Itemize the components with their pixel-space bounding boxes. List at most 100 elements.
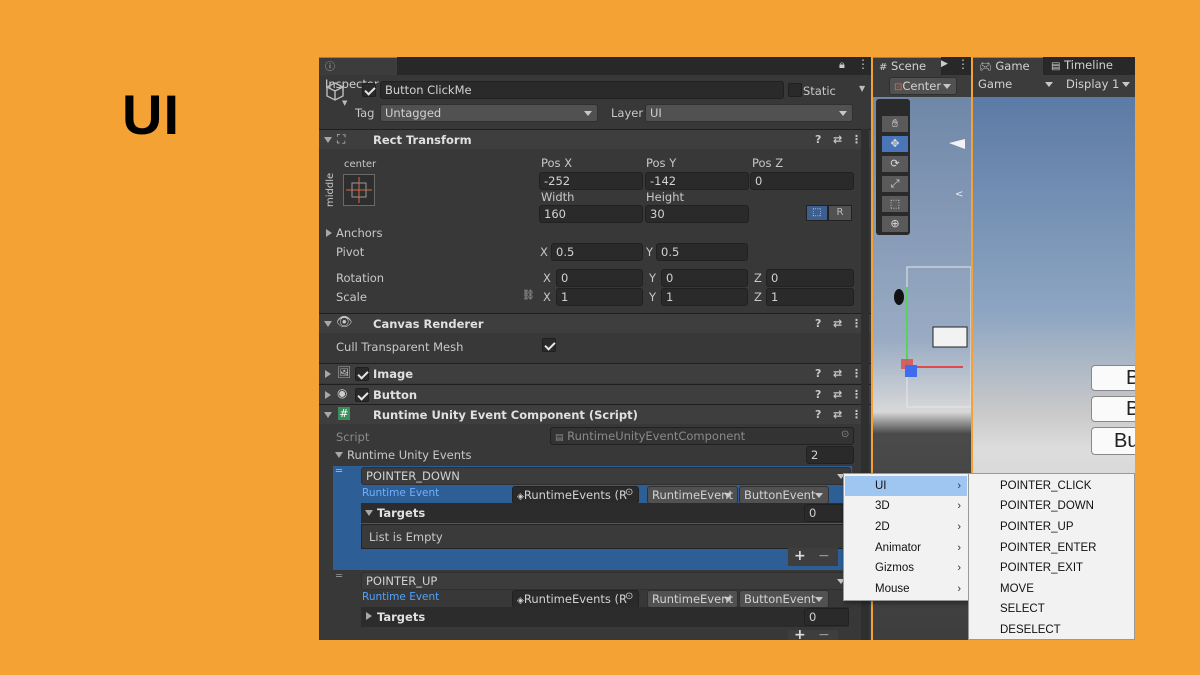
rotation-y-field[interactable]: 0: [661, 269, 748, 287]
presets-icon[interactable]: ⇄: [833, 367, 842, 380]
targets-foldout-icon[interactable]: [365, 510, 373, 516]
help-icon[interactable]: ?: [815, 408, 821, 421]
anchors-foldout-icon[interactable]: [326, 229, 332, 237]
submenu-item-move[interactable]: MOVE: [970, 579, 1034, 599]
help-icon[interactable]: ?: [815, 367, 821, 380]
rotation-z-field[interactable]: 0: [766, 269, 854, 287]
targets-header-0[interactable]: [361, 503, 849, 523]
foldout-arrow-icon[interactable]: [325, 391, 331, 399]
submenu-item-pointer-up[interactable]: POINTER_UP: [970, 517, 1074, 537]
display-dropdown[interactable]: Display 1: [1062, 76, 1135, 94]
runtime-object-field-0[interactable]: ◈RuntimeEvents (R: [512, 486, 639, 504]
events-count-field[interactable]: 2: [806, 446, 854, 464]
raw-edit-button[interactable]: R: [828, 205, 852, 221]
height-field[interactable]: 30: [645, 205, 749, 223]
image-header[interactable]: 🖼︎ Image ? ⇄ ⋮: [319, 363, 871, 383]
cull-transparent-checkbox[interactable]: [542, 338, 556, 352]
tab-inspector[interactable]: ⓘ Inspector: [319, 57, 397, 91]
drag-handle-icon[interactable]: ═: [336, 466, 342, 477]
submenu-item-pointer-exit[interactable]: POINTER_EXIT: [970, 558, 1083, 578]
presets-icon[interactable]: ⇄: [833, 317, 842, 330]
button-event-dropdown-0[interactable]: ButtonEvent: [739, 486, 829, 504]
rect-transform-header[interactable]: ⛶ Rect Transform ? ⇄ ⋮: [319, 129, 871, 149]
foldout-arrow-icon[interactable]: [324, 137, 332, 143]
presets-icon[interactable]: ⇄: [833, 408, 842, 421]
tab-game[interactable]: 🎮︎ Game: [973, 57, 1043, 75]
pos-x-field[interactable]: -252: [539, 172, 643, 190]
foldout-arrow-icon[interactable]: [324, 412, 332, 418]
submenu-item-pointer-enter[interactable]: POINTER_ENTER: [970, 538, 1097, 558]
foldout-arrow-icon[interactable]: [325, 370, 331, 378]
tag-dropdown[interactable]: Untagged: [380, 104, 598, 122]
tab-overflow-icon[interactable]: ▶: [941, 59, 948, 69]
menu-item-ui[interactable]: UI ›: [845, 476, 967, 496]
menu-item-animator[interactable]: Animator ›: [845, 538, 967, 558]
help-icon[interactable]: ?: [815, 133, 821, 146]
object-picker-icon[interactable]: ⊙: [625, 487, 633, 498]
help-icon[interactable]: ?: [815, 317, 821, 330]
kebab-menu-icon[interactable]: ⋮: [857, 57, 869, 71]
pos-z-field[interactable]: 0: [750, 172, 854, 190]
button-event-dropdown-1[interactable]: ButtonEvent: [739, 590, 829, 608]
object-picker-icon[interactable]: ⊙: [625, 591, 633, 602]
game-mode-dropdown[interactable]: Game: [974, 76, 1058, 94]
menu-item-gizmos[interactable]: Gizmos ›: [845, 558, 967, 578]
button-enabled-checkbox[interactable]: [355, 388, 369, 402]
menu-item-mouse[interactable]: Mouse ›: [845, 579, 967, 599]
presets-icon[interactable]: ⇄: [833, 388, 842, 401]
pos-y-field[interactable]: -142: [645, 172, 749, 190]
tab-scene[interactable]: # Scene: [873, 57, 941, 75]
submenu-item-pointer-down[interactable]: POINTER_DOWN: [970, 496, 1094, 516]
submenu-item-pointer-click[interactable]: POINTER_CLICK: [970, 476, 1091, 496]
game-button-2[interactable]: B: [1091, 396, 1135, 422]
foldout-arrow-icon[interactable]: [324, 321, 332, 327]
remove-element-icon[interactable]: −: [818, 548, 830, 564]
lock-icon[interactable]: 🔒︎: [839, 58, 845, 72]
add-element-icon[interactable]: +: [794, 627, 806, 640]
presets-icon[interactable]: ⇄: [833, 133, 842, 146]
width-field[interactable]: 160: [539, 205, 643, 223]
pivot-center-dropdown[interactable]: ⊡Center: [889, 77, 957, 95]
runtime-component-header[interactable]: # Runtime Unity Event Component (Script)…: [319, 404, 871, 424]
blueprint-mode-button[interactable]: ⬚: [806, 205, 828, 221]
runtime-event-dropdown-0[interactable]: RuntimeEvent: [647, 486, 738, 504]
static-dropdown-icon[interactable]: ▼: [859, 84, 865, 93]
pivot-y-field[interactable]: 0.5: [656, 243, 748, 261]
help-icon[interactable]: ?: [815, 388, 821, 401]
game-button-3[interactable]: Bu: [1091, 427, 1135, 455]
image-enabled-checkbox[interactable]: [355, 367, 369, 381]
submenu-item-select[interactable]: SELECT: [970, 599, 1045, 619]
drag-handle-icon[interactable]: ═: [336, 571, 342, 582]
gameobject-icon-dropdown[interactable]: ▼: [342, 99, 347, 107]
button-header[interactable]: ◉ Button ? ⇄ ⋮: [319, 384, 871, 404]
scale-z-field[interactable]: 1: [766, 288, 854, 306]
add-element-icon[interactable]: +: [794, 548, 806, 564]
object-picker-icon[interactable]: ⊙: [841, 429, 849, 440]
active-checkbox[interactable]: [362, 83, 376, 97]
static-checkbox[interactable]: [788, 83, 802, 97]
events-foldout-icon[interactable]: [335, 452, 343, 458]
remove-element-icon[interactable]: −: [818, 627, 830, 640]
targets-header-1[interactable]: [361, 607, 849, 627]
targets-count-field-1[interactable]: 0: [804, 608, 849, 626]
constrain-proportions-icon[interactable]: ⛓: [522, 290, 535, 301]
event-type-dropdown-0[interactable]: POINTER_DOWN: [361, 467, 851, 485]
scale-x-field[interactable]: 1: [556, 288, 643, 306]
menu-item-3d[interactable]: 3D ›: [845, 496, 967, 516]
menu-item-2d[interactable]: 2D ›: [845, 517, 967, 537]
game-button-1[interactable]: B: [1091, 365, 1135, 391]
rotation-x-field[interactable]: 0: [556, 269, 643, 287]
targets-foldout-icon[interactable]: [366, 612, 372, 620]
submenu-item-deselect[interactable]: DESELECT: [970, 620, 1061, 639]
pivot-x-field[interactable]: 0.5: [551, 243, 643, 261]
object-name-field[interactable]: Button ClickMe: [380, 81, 784, 99]
kebab-menu-icon[interactable]: ⋮: [957, 57, 969, 71]
event-type-dropdown-1[interactable]: POINTER_UP: [361, 572, 851, 590]
canvas-renderer-header[interactable]: 👁︎ Canvas Renderer ? ⇄ ⋮: [319, 313, 871, 333]
anchor-presets-icon[interactable]: [343, 174, 375, 206]
tab-timeline[interactable]: ▤ Timeline: [1045, 57, 1135, 75]
runtime-object-field-1[interactable]: ◈RuntimeEvents (R: [512, 590, 639, 608]
scale-y-field[interactable]: 1: [661, 288, 748, 306]
layer-dropdown[interactable]: UI: [645, 104, 853, 122]
runtime-event-dropdown-1[interactable]: RuntimeEvent: [647, 590, 738, 608]
